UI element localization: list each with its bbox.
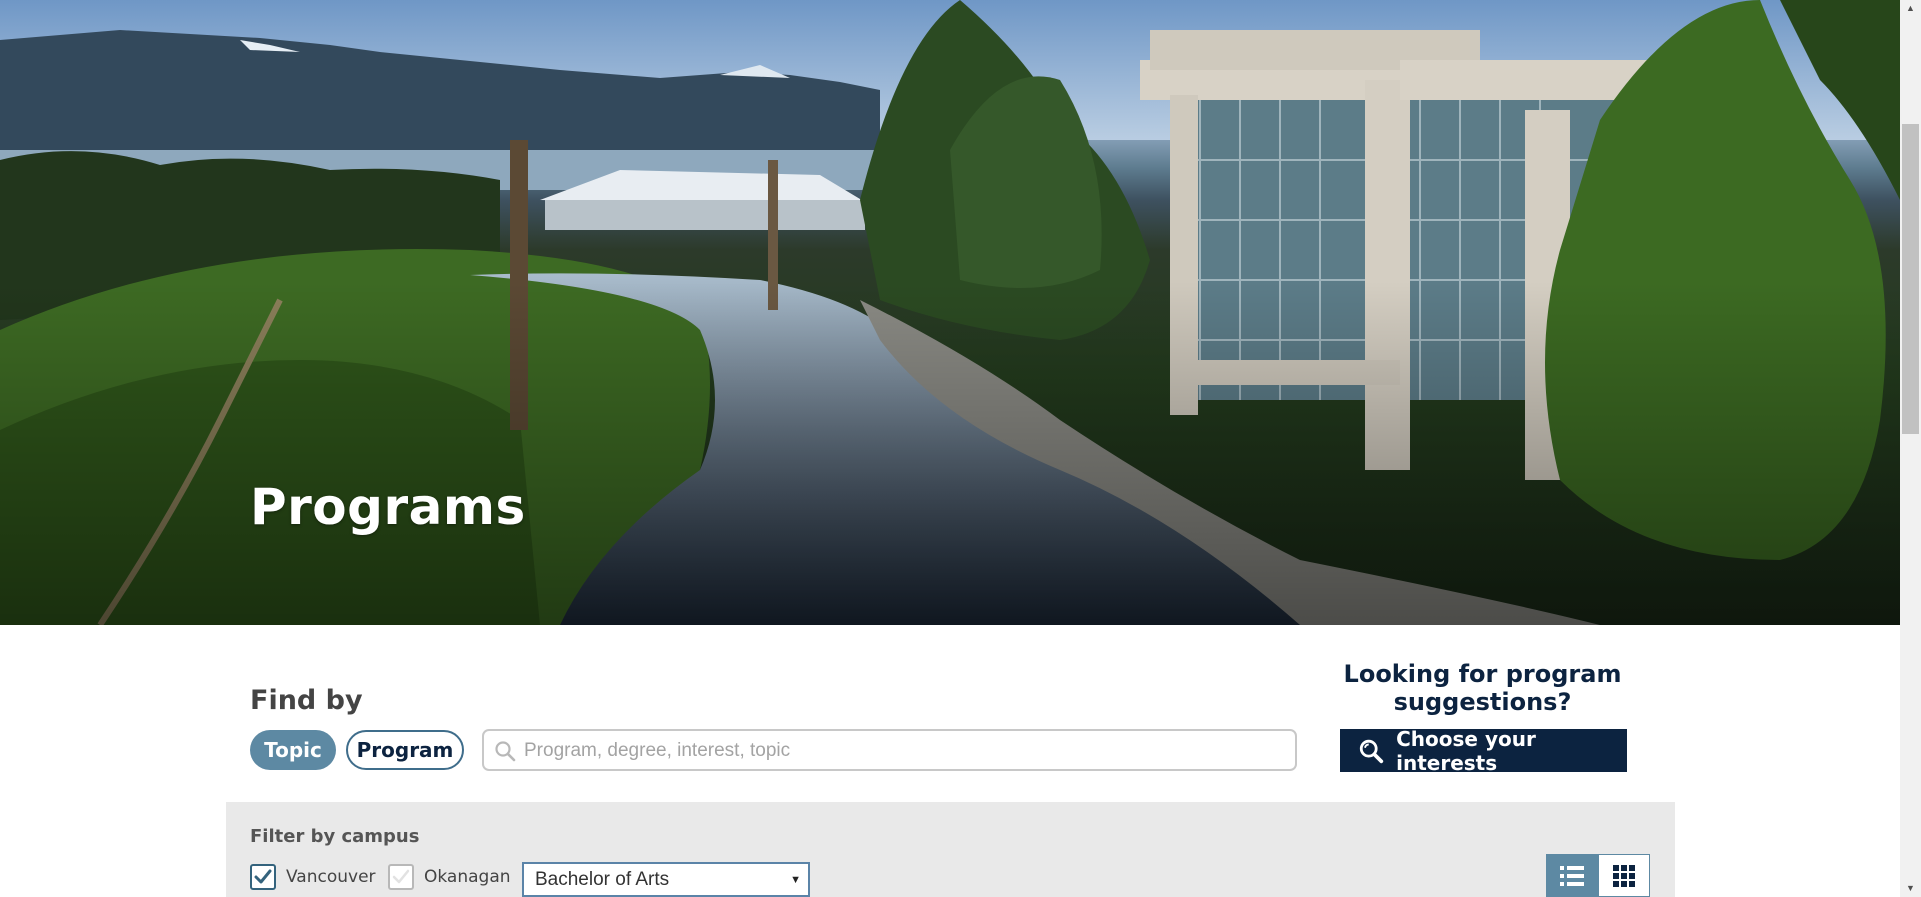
grid-icon [1613,864,1635,887]
search-field[interactable] [482,729,1297,771]
scroll-up-arrow-icon[interactable]: ▲ [1900,0,1921,17]
choose-interests-button[interactable]: Choose your interests [1340,726,1627,775]
okanagan-label: Okanagan [424,867,511,887]
scroll-down-arrow-icon[interactable]: ▼ [1900,880,1921,897]
choose-interests-label: Choose your interests [1396,726,1536,775]
list-icon [1560,865,1584,886]
filter-by-campus-label: Filter by campus [250,826,420,847]
campus-vancouver-option[interactable]: Vancouver [250,864,376,890]
scroll-thumb[interactable] [1902,124,1919,434]
degree-select[interactable]: Bachelor of Arts ▼ [522,862,810,897]
tab-program[interactable]: Program [346,730,464,770]
vancouver-checkbox[interactable] [250,864,276,890]
list-view-button[interactable] [1546,854,1598,897]
hero-banner: Programs [0,0,1900,625]
grid-view-button[interactable] [1598,854,1650,897]
filter-panel: Filter by campus Vancouver Okanagan Bach… [226,802,1675,897]
vancouver-label: Vancouver [286,867,376,887]
checkmark-faint-icon [392,869,410,884]
page-scrollbar[interactable]: ▲ ▼ [1900,0,1921,897]
suggestions-heading: Looking for program suggestions? [1343,660,1622,716]
campus-okanagan-option[interactable]: Okanagan [388,864,511,890]
search-input[interactable] [522,731,1286,771]
search-interests-icon [1359,739,1384,763]
dropdown-arrow-icon: ▼ [790,874,801,886]
find-by-heading: Find by [250,685,363,716]
checkmark-icon [254,869,272,884]
degree-select-value: Bachelor of Arts [535,868,670,890]
okanagan-checkbox[interactable] [388,864,414,890]
page-title: Programs [250,478,526,536]
search-icon [495,741,516,762]
view-toggle [1546,854,1650,897]
tab-topic[interactable]: Topic [250,730,336,770]
